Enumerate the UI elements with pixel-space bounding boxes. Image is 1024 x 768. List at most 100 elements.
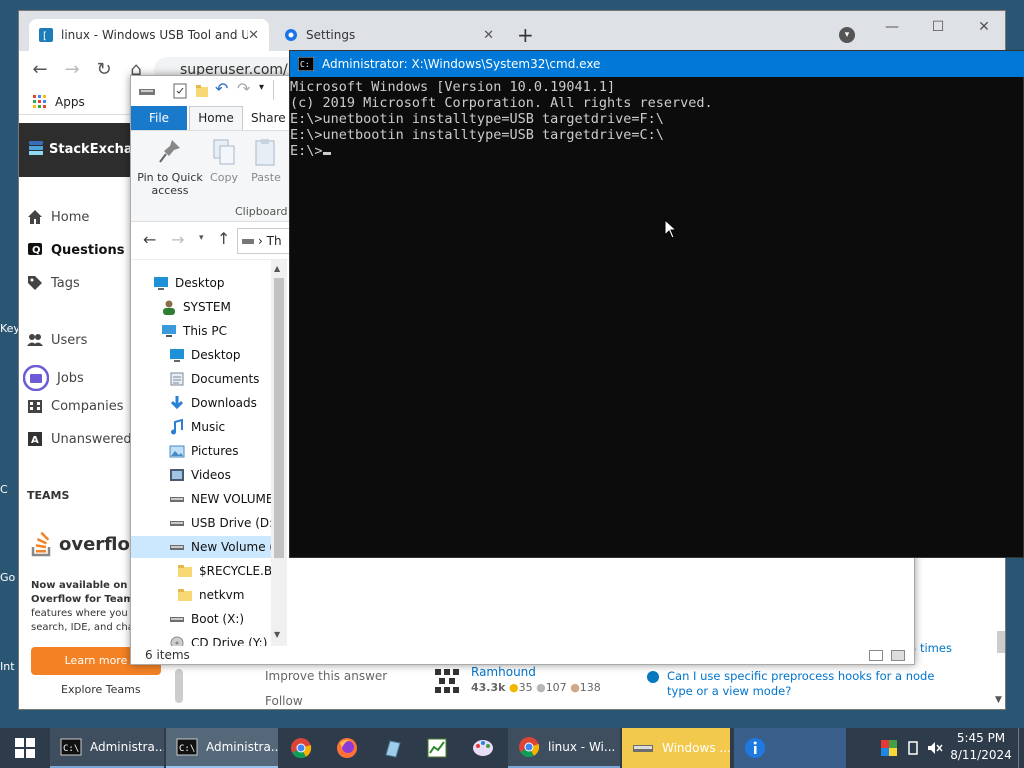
customize-toolbar-icon[interactable]: ▾ [259, 82, 264, 93]
tree-item[interactable]: Videos [131, 464, 286, 486]
console-prompt-line[interactable]: E:\> [290, 143, 1024, 159]
forward-icon[interactable]: → [61, 59, 83, 81]
scroll-down-icon[interactable]: ▼ [995, 695, 1002, 705]
minimize-button[interactable]: — [869, 15, 915, 39]
close-tab-icon[interactable]: ✕ [248, 28, 259, 43]
reload-icon[interactable]: ↻ [93, 59, 115, 81]
ribbon-tab-file[interactable]: File [131, 106, 187, 130]
ribbon-tab-home[interactable]: Home [189, 106, 243, 130]
maximize-button[interactable]: ☐ [915, 15, 961, 39]
large-icons-view-icon[interactable] [891, 650, 905, 661]
taskbar-item[interactable] [326, 728, 370, 768]
tree-item[interactable]: Boot (X:) [131, 608, 286, 630]
breadcrumb-this-pc[interactable]: Th [267, 234, 282, 248]
desktop-icon-label[interactable]: C [0, 483, 18, 496]
scroll-up-icon[interactable]: ▲ [274, 264, 280, 273]
nav-home[interactable]: Home [27, 209, 89, 225]
apps-bookmark[interactable]: Apps [33, 95, 85, 109]
volume-muted-icon[interactable] [927, 740, 943, 756]
users-icon [27, 334, 43, 346]
chrome-tab-superuser[interactable]: [ linux - Windows USB Tool and Ur ✕ [29, 19, 269, 51]
nav-users[interactable]: Users [27, 332, 87, 348]
taskbar-item[interactable] [416, 728, 460, 768]
ribbon-tab-share[interactable]: Share [251, 106, 286, 130]
paste-button[interactable]: Paste [247, 137, 285, 184]
page-scrollbar-thumb[interactable] [997, 631, 1005, 653]
cmd-window[interactable]: C: Administrator: X:\Windows\System32\cm… [289, 50, 1024, 558]
tree-item[interactable]: SYSTEM [131, 296, 286, 318]
forward-icon[interactable]: → [171, 230, 184, 249]
taskbar-item[interactable] [372, 728, 416, 768]
desktop-icon-label[interactable]: Int [0, 660, 18, 673]
taskbar-item[interactable] [462, 728, 506, 768]
follow-link[interactable]: Follow [265, 694, 303, 708]
tree-item[interactable]: USB Drive (D:) [131, 512, 286, 534]
tree-item[interactable]: Documents [131, 368, 286, 390]
scrollbar-thumb[interactable] [274, 278, 284, 558]
navigation-pane-scrollbar[interactable]: ▲ ▼ [271, 260, 287, 646]
cmd-titlebar[interactable]: C: Administrator: X:\Windows\System32\cm… [290, 51, 1024, 77]
new-tab-button[interactable]: + [517, 23, 534, 47]
nav-label: Users [51, 332, 88, 348]
tree-item[interactable]: Pictures [131, 440, 286, 462]
nav-questions[interactable]: Q Questions [27, 242, 124, 258]
close-tab-icon[interactable]: ✕ [483, 28, 494, 43]
taskbar-item[interactable]: linux - Wi... [508, 728, 620, 768]
start-button[interactable] [0, 728, 50, 768]
tree-item[interactable]: netkvm [131, 584, 286, 606]
sidebar-scrollbar[interactable] [175, 669, 183, 703]
taskbar-item[interactable]: Windows ... [622, 728, 730, 768]
tree-item[interactable]: NEW VOLUME [131, 488, 286, 510]
tree-item[interactable]: Music [131, 416, 286, 438]
taskbar-item[interactable] [734, 728, 846, 768]
taskbar-item[interactable] [280, 728, 324, 768]
tree-item[interactable]: This PC [131, 320, 286, 342]
redo-icon[interactable]: ↷ [237, 79, 250, 98]
properties-icon[interactable] [173, 83, 187, 99]
related-question-link[interactable]: Can I use specific preprocess hooks for … [667, 669, 934, 698]
color-app-tray-icon[interactable] [881, 740, 897, 756]
usb-eject-icon[interactable] [905, 740, 921, 756]
tree-item-label: USB Drive (D:) [191, 516, 278, 530]
paste-icon [255, 139, 275, 166]
tab-search-icon[interactable]: ▾ [839, 27, 855, 43]
explore-teams-link[interactable]: Explore Teams [61, 683, 141, 696]
nav-tags[interactable]: Tags [27, 275, 80, 291]
nav-jobs[interactable]: Jobs [23, 365, 84, 391]
cmd-console-output[interactable]: Microsoft Windows [Version 10.0.19041.1]… [290, 79, 1024, 557]
tree-item[interactable]: New Volume (E [131, 536, 286, 558]
nav-companies[interactable]: Companies [27, 398, 124, 414]
cmd-icon: C:\ [176, 738, 198, 756]
close-window-button[interactable]: ✕ [961, 15, 1005, 39]
tree-item[interactable]: Desktop [131, 272, 286, 294]
user-avatar-icon[interactable] [431, 665, 463, 697]
chrome-tab-settings[interactable]: Settings ✕ [274, 19, 504, 51]
new-folder-icon[interactable] [195, 83, 209, 99]
explorer-address-bar[interactable]: › Th [237, 228, 297, 254]
user-name-link[interactable]: Ramhound [471, 665, 536, 679]
taskbar-item[interactable]: C:\ Administra... [166, 728, 278, 768]
details-view-icon[interactable] [869, 650, 883, 661]
taskbar-item[interactable]: C:\ Administra... [50, 728, 164, 768]
tree-item[interactable]: Downloads [131, 392, 286, 414]
recent-locations-icon[interactable]: ▾ [199, 233, 204, 243]
up-icon[interactable]: ↑ [217, 229, 230, 248]
scroll-down-icon[interactable]: ▼ [274, 630, 280, 639]
nav-unanswered[interactable]: A Unanswered [27, 431, 132, 447]
tree-item[interactable]: CD Drive (Y:) H [131, 632, 286, 646]
copy-button[interactable]: Copy [207, 137, 241, 184]
home-icon [28, 210, 42, 224]
improve-answer-link[interactable]: Improve this answer [265, 669, 387, 683]
pictures-icon [169, 445, 185, 458]
desktop-icon-label[interactable]: Key [0, 322, 18, 335]
desktop-icon-label[interactable]: Go [0, 571, 18, 584]
system-clock[interactable]: 5:45 PM 8/11/2024 [946, 730, 1016, 764]
back-icon[interactable]: ← [143, 230, 156, 249]
tree-item[interactable]: Desktop [131, 344, 286, 366]
pin-quick-access-button[interactable]: Pin to Quick access [137, 137, 203, 197]
undo-icon[interactable]: ↶ [215, 79, 228, 98]
back-icon[interactable]: ← [29, 59, 51, 81]
show-desktop-button[interactable] [1018, 728, 1024, 768]
tree-item[interactable]: $RECYCLE.BIN [131, 560, 286, 582]
related-question[interactable]: Can I use specific preprocess hooks for … [647, 669, 947, 699]
